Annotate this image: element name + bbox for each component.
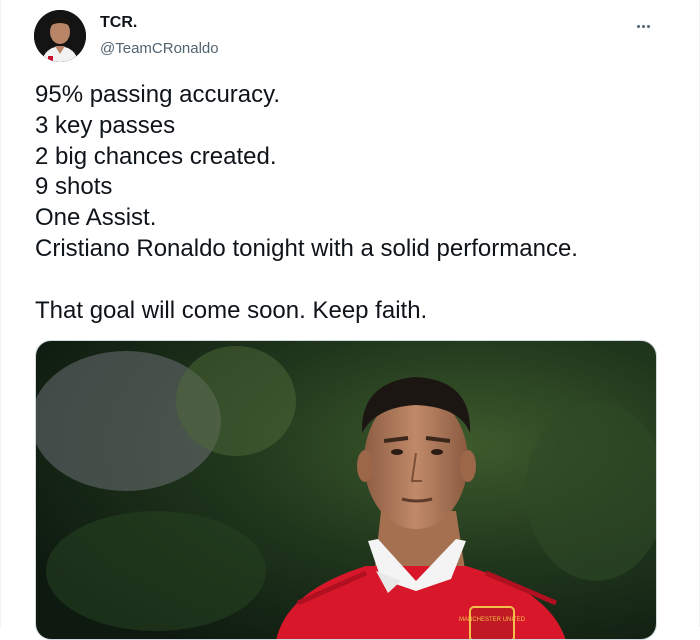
tweet-text: 95% passing accuracy. 3 key passes 2 big… <box>35 80 675 326</box>
tweet-line: 95% passing accuracy. <box>35 81 281 108</box>
more-horizontal-icon[interactable] <box>631 16 655 36</box>
tweet-line: That goal will come soon. Keep faith. <box>35 296 428 324</box>
badge-text: MANCHESTER UNITED <box>459 617 526 623</box>
tweet-media-photo[interactable]: MANCHESTER UNITED <box>35 340 657 640</box>
tweet-line: 3 key passes <box>35 111 176 139</box>
tweet-card[interactable]: TCR. @TeamCRonaldo 95% passing accuracy.… <box>0 0 700 640</box>
tweet-line: 9 shots <box>35 173 113 201</box>
avatar[interactable] <box>34 10 86 62</box>
author-names: TCR. @TeamCRonaldo <box>100 13 219 59</box>
tweet-line: 2 big chances created. <box>35 142 277 170</box>
user-handle[interactable]: @TeamCRonaldo <box>100 39 219 59</box>
tweet-header: TCR. @TeamCRonaldo <box>34 10 669 62</box>
tweet-line: Cristiano Ronaldo tonight with a solid p… <box>35 234 578 262</box>
tweet-line: One Assist. <box>35 204 157 232</box>
display-name[interactable]: TCR. <box>100 13 219 33</box>
tweet-line-break <box>35 265 675 296</box>
